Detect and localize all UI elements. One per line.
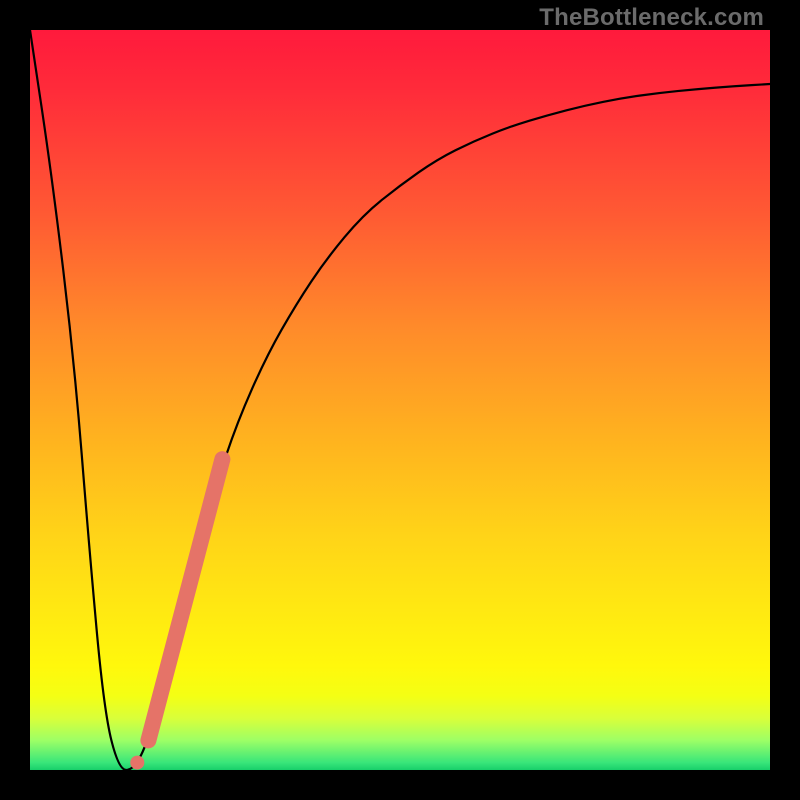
- plot-area: [30, 30, 770, 770]
- highlight-dot: [153, 689, 167, 703]
- outer-frame: TheBottleneck.com: [0, 0, 800, 800]
- highlight-dot: [145, 719, 159, 733]
- watermark-text: TheBottleneck.com: [539, 4, 764, 32]
- highlight-dots: [130, 689, 166, 770]
- bottleneck-curve: [30, 30, 770, 770]
- chart-svg: [30, 30, 770, 770]
- highlight-dot: [130, 756, 144, 770]
